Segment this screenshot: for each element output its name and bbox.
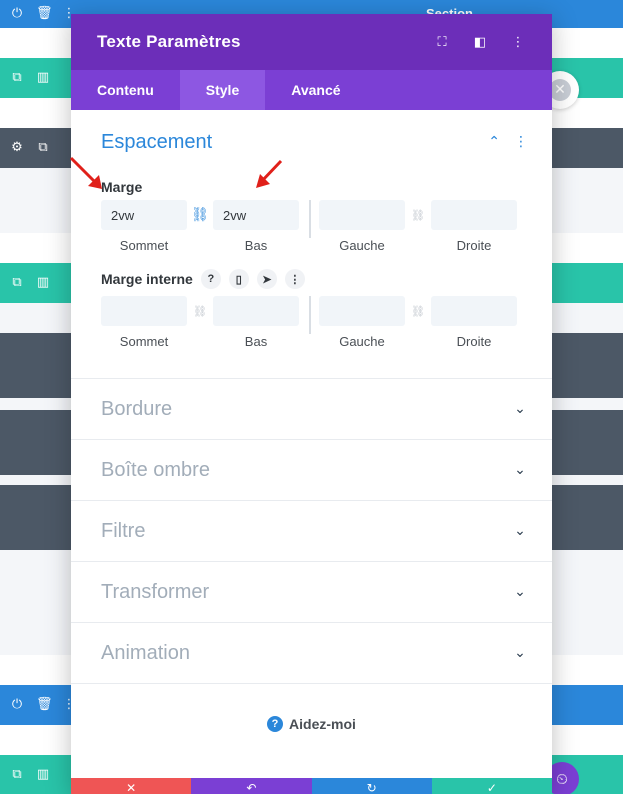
settings-modal: Texte Paramètres ⛶ ◧ ⋮ Contenu Style Ava… [71, 14, 552, 794]
header-actions: ⛶ ◧ ⋮ [434, 35, 526, 50]
transform-section-toggle[interactable]: Transformer ⌄ [71, 561, 552, 622]
margin-bottom-input[interactable]: 2vw [213, 200, 299, 230]
margin-fields: 2vw Sommet ⛓ 2vw Bas Gauche ⛓ Droite [71, 200, 552, 254]
box-shadow-section-title: Boîte ombre [101, 458, 210, 481]
check-icon: ✓ [486, 781, 497, 794]
link-icon[interactable]: ⛓ [187, 200, 213, 230]
redo-button[interactable]: ↻ [311, 778, 432, 794]
undo-icon: ↶ [246, 781, 257, 794]
tab-content[interactable]: Contenu [71, 70, 180, 110]
padding-left-caption: Gauche [339, 334, 385, 349]
chevron-down-icon[interactable]: ⌄ [512, 645, 528, 661]
help-link[interactable]: ? Aidez-moi [71, 683, 552, 763]
help-icon[interactable]: ? [200, 269, 221, 289]
cancel-button[interactable]: ✕ [71, 778, 192, 794]
chevron-up-icon[interactable]: ⌃ [488, 134, 500, 150]
unlink-icon[interactable]: ⛓ [187, 296, 213, 326]
padding-top-input[interactable] [101, 296, 187, 326]
modal-footer: ✕ ↶ ↻ ✓ [71, 778, 552, 794]
padding-bottom-input[interactable] [213, 296, 299, 326]
unlink-icon[interactable]: ⛓ [405, 296, 431, 326]
columns-icon[interactable]: ▥ [36, 767, 50, 782]
gear-icon[interactable]: ⚙ [10, 140, 24, 155]
fullscreen-icon[interactable]: ⛶ [434, 35, 450, 50]
trash-icon[interactable]: 🗑 [36, 697, 53, 712]
margin-right-caption: Droite [456, 238, 492, 253]
padding-right-caption: Droite [456, 334, 492, 349]
padding-top-caption: Sommet [119, 334, 169, 349]
padding-label: Marge interne ? ▯ ➤ ⋮ [71, 266, 552, 292]
modal-header: Texte Paramètres ⛶ ◧ ⋮ [71, 14, 552, 70]
padding-left-input[interactable] [319, 296, 405, 326]
box-shadow-section-toggle[interactable]: Boîte ombre ⌄ [71, 439, 552, 500]
duplicate-icon[interactable]: ⧉ [10, 767, 24, 782]
divider [309, 296, 311, 334]
help-icon: ? [267, 715, 284, 732]
chevron-down-icon[interactable]: ⌄ [512, 523, 528, 539]
more-icon[interactable]: ⋮ [510, 35, 526, 50]
undo-button[interactable]: ↶ [191, 778, 312, 794]
help-label: Aidez-moi [289, 715, 356, 732]
spacing-section-header[interactable]: Espacement ⌃ ⋮ [71, 110, 552, 174]
margin-right-input[interactable] [431, 200, 517, 230]
animation-section-toggle[interactable]: Animation ⌄ [71, 622, 552, 683]
more-icon[interactable]: ⋮ [284, 269, 305, 289]
tab-style[interactable]: Style [179, 70, 266, 110]
margin-left-input[interactable] [319, 200, 405, 230]
clock-icon: ⏲ [556, 770, 568, 788]
section-toolbar-icons: ⏻ 🗑 ⋮ [10, 6, 76, 21]
divider [309, 200, 311, 238]
power-icon[interactable]: ⏻ [10, 697, 24, 712]
filter-section-toggle[interactable]: Filtre ⌄ [71, 500, 552, 561]
cursor-icon[interactable]: ➤ [256, 269, 277, 289]
duplicate-icon[interactable]: ⧉ [36, 140, 50, 155]
margin-left-caption: Gauche [339, 238, 385, 253]
spacing-section-bottom [71, 350, 552, 378]
mobile-icon[interactable]: ▯ [228, 269, 249, 289]
columns-icon[interactable]: ▥ [36, 275, 50, 290]
chevron-down-icon[interactable]: ⌄ [512, 462, 528, 478]
close-icon: ✕ [126, 781, 137, 794]
tab-advanced[interactable]: Avancé [265, 70, 366, 110]
chevron-down-icon[interactable]: ⌄ [512, 401, 528, 417]
padding-label-text: Marge interne [101, 271, 193, 287]
tab-bar: Contenu Style Avancé [71, 70, 552, 110]
animation-section-title: Animation [101, 641, 190, 664]
save-button[interactable]: ✓ [431, 778, 552, 794]
duplicate-icon[interactable]: ⧉ [10, 70, 24, 85]
margin-bottom-caption: Bas [244, 238, 268, 253]
filter-section-title: Filtre [101, 519, 146, 542]
duplicate-icon[interactable]: ⧉ [10, 275, 24, 290]
redo-icon: ↻ [366, 781, 377, 794]
more-icon[interactable]: ⋮ [514, 134, 528, 150]
modal-title: Texte Paramètres [97, 32, 241, 51]
chevron-down-icon[interactable]: ⌄ [512, 584, 528, 600]
columns-icon[interactable]: ▥ [36, 70, 50, 85]
sidebar-icon[interactable]: ◧ [472, 35, 488, 50]
transform-section-title: Transformer [101, 580, 210, 603]
margin-top-caption: Sommet [119, 238, 169, 253]
padding-right-input[interactable] [431, 296, 517, 326]
margin-top-input[interactable]: 2vw [101, 200, 187, 230]
spacing-section: Espacement ⌃ ⋮ Marge 2vw Sommet ⛓ 2vw Ba… [71, 110, 552, 378]
margin-label: Marge [71, 174, 552, 200]
border-section-title: Bordure [101, 397, 173, 420]
close-icon: ✕ [549, 79, 571, 101]
trash-icon[interactable]: 🗑 [36, 6, 53, 21]
padding-bottom-caption: Bas [244, 334, 268, 349]
border-section-toggle[interactable]: Bordure ⌄ [71, 378, 552, 439]
margin-label-text: Marge [101, 179, 143, 195]
power-icon[interactable]: ⏻ [10, 6, 24, 21]
padding-fields: Sommet ⛓ Bas Gauche ⛓ Droite [71, 296, 552, 350]
spacing-section-title: Espacement [101, 130, 213, 153]
unlink-icon[interactable]: ⛓ [405, 200, 431, 230]
